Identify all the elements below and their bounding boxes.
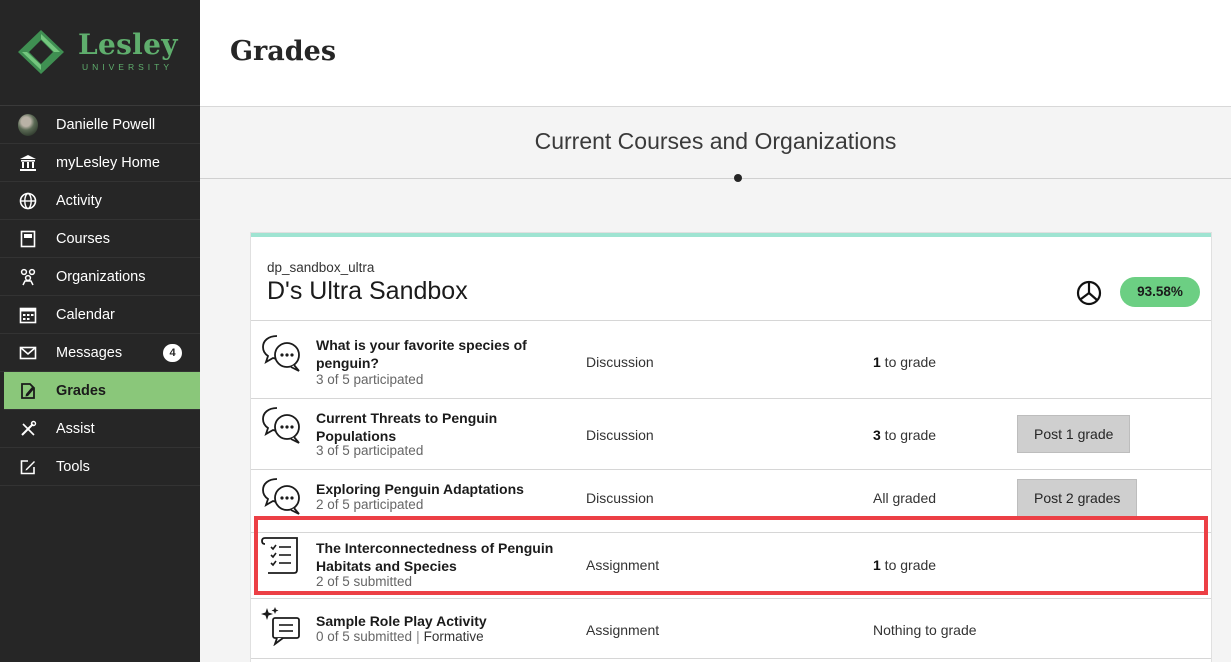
item-type: Discussion bbox=[586, 490, 654, 506]
nav-item-grades[interactable]: Grades bbox=[4, 372, 200, 410]
nav-item-courses[interactable]: Courses bbox=[0, 220, 200, 258]
status-text: to grade bbox=[880, 354, 937, 370]
discussion-icon bbox=[262, 478, 300, 515]
grade-row[interactable]: Sample Role Play Activity 0 of 5 submitt… bbox=[251, 599, 1211, 659]
item-progress: 3 of 5 participated bbox=[316, 443, 424, 458]
nav-item-messages[interactable]: Messages 4 bbox=[0, 334, 200, 372]
nav-menu: Danielle Powell myLesley Home Activity C… bbox=[0, 106, 200, 486]
nav-item-activity[interactable]: Activity bbox=[0, 182, 200, 220]
calendar-icon bbox=[18, 305, 38, 325]
brand-name: Lesley bbox=[78, 28, 178, 61]
page-header bbox=[200, 0, 1231, 107]
grading-status: Nothing to grade bbox=[873, 622, 977, 638]
course-header: dp_sandbox_ultra D's Ultra Sandbox 93.58… bbox=[251, 237, 1211, 321]
tools-cross-icon bbox=[18, 419, 38, 439]
nav-item-label: Activity bbox=[56, 192, 102, 209]
nav-item-profile[interactable]: Danielle Powell bbox=[0, 106, 200, 144]
item-title[interactable]: Exploring Penguin Adaptations bbox=[316, 480, 566, 498]
nav-item-mylesley-home[interactable]: myLesley Home bbox=[0, 144, 200, 182]
item-progress: 0 of 5 submitted | Formative bbox=[316, 629, 484, 644]
nav-item-label: Assist bbox=[56, 420, 95, 437]
item-progress: 2 of 5 participated bbox=[316, 497, 424, 512]
to-grade-count: 1 bbox=[873, 557, 881, 573]
section-divider bbox=[200, 178, 1231, 179]
course-id: dp_sandbox_ultra bbox=[267, 260, 375, 275]
pie-clock-icon bbox=[1076, 280, 1102, 306]
grade-row[interactable]: Current Threats to Penguin Populations 3… bbox=[251, 399, 1211, 470]
item-title[interactable]: Sample Role Play Activity bbox=[316, 612, 566, 630]
institution-icon bbox=[18, 153, 38, 173]
discussion-icon bbox=[262, 335, 300, 372]
item-type: Discussion bbox=[586, 427, 654, 443]
lesley-logo-icon bbox=[18, 30, 64, 74]
status-text: to grade bbox=[880, 427, 937, 443]
post-grades-button[interactable]: Post 1 grade bbox=[1017, 415, 1131, 453]
nav-item-tools[interactable]: Tools bbox=[0, 448, 200, 486]
grading-status: 3 to grade bbox=[873, 427, 936, 443]
separator: | bbox=[416, 629, 420, 644]
nav-item-label: Courses bbox=[56, 230, 110, 247]
avatar bbox=[18, 113, 38, 136]
to-grade-count: 3 bbox=[873, 427, 881, 443]
role-play-icon bbox=[261, 607, 300, 646]
status-text: to grade bbox=[880, 557, 937, 573]
grade-row[interactable]: Exploring Penguin Adaptations 2 of 5 par… bbox=[251, 470, 1211, 533]
section-dot-indicator bbox=[734, 174, 742, 182]
main-content: Grades Current Courses and Organizations… bbox=[200, 0, 1231, 662]
course-name[interactable]: D's Ultra Sandbox bbox=[267, 277, 468, 306]
people-icon bbox=[18, 267, 38, 287]
page-title: Grades bbox=[230, 36, 337, 67]
logo[interactable]: Lesley UNIVERSITY bbox=[0, 0, 200, 106]
grades-icon bbox=[18, 381, 38, 401]
brand-subtitle: UNIVERSITY bbox=[82, 62, 174, 72]
to-grade-count: 1 bbox=[873, 354, 881, 370]
envelope-icon bbox=[18, 343, 38, 363]
sidebar: Lesley UNIVERSITY Danielle Powell myLesl… bbox=[0, 0, 200, 662]
post-grades-button[interactable]: Post 2 grades bbox=[1017, 479, 1138, 517]
formative-tag: Formative bbox=[423, 629, 484, 644]
assignment-icon bbox=[261, 537, 298, 574]
unread-count-badge: 4 bbox=[163, 344, 182, 362]
grade-row[interactable]: What is your favorite species of penguin… bbox=[251, 325, 1211, 399]
grade-row[interactable]: The Interconnectedness of Penguin Habita… bbox=[251, 533, 1211, 599]
nav-item-label: Calendar bbox=[56, 306, 115, 323]
nav-item-assist[interactable]: Assist bbox=[0, 410, 200, 448]
item-type: Assignment bbox=[586, 622, 660, 638]
nav-item-organizations[interactable]: Organizations bbox=[0, 258, 200, 296]
globe-icon bbox=[18, 191, 38, 211]
grading-status: All graded bbox=[873, 490, 936, 506]
item-title[interactable]: The Interconnectedness of Penguin Habita… bbox=[316, 539, 566, 575]
discussion-icon bbox=[262, 407, 300, 444]
nav-item-label: Grades bbox=[56, 382, 106, 399]
section-title: Current Courses and Organizations bbox=[534, 128, 897, 154]
grading-status: 1 to grade bbox=[873, 557, 936, 573]
course-grade-card: dp_sandbox_ultra D's Ultra Sandbox 93.58… bbox=[251, 233, 1211, 662]
nav-item-label: Tools bbox=[56, 458, 90, 475]
item-title[interactable]: What is your favorite species of penguin… bbox=[316, 336, 566, 372]
item-type: Discussion bbox=[586, 354, 654, 370]
item-progress-text: 0 of 5 submitted bbox=[316, 629, 413, 644]
item-title[interactable]: Current Threats to Penguin Populations bbox=[316, 409, 566, 445]
item-progress: 3 of 5 participated bbox=[316, 372, 424, 387]
book-icon bbox=[18, 229, 38, 249]
nav-item-label: Messages bbox=[56, 344, 123, 361]
status-text: Nothing to grade bbox=[873, 622, 977, 638]
item-progress: 2 of 5 submitted bbox=[316, 574, 413, 589]
nav-item-label: myLesley Home bbox=[56, 154, 160, 171]
status-text: All graded bbox=[873, 490, 937, 506]
nav-item-calendar[interactable]: Calendar bbox=[0, 296, 200, 334]
overall-grade-pill[interactable]: 93.58% bbox=[1120, 277, 1200, 307]
nav-item-label: Organizations bbox=[56, 268, 146, 285]
item-type: Assignment bbox=[586, 557, 660, 573]
nav-item-label: Danielle Powell bbox=[56, 116, 156, 133]
edit-box-icon bbox=[18, 457, 38, 477]
grading-status: 1 to grade bbox=[873, 354, 936, 370]
